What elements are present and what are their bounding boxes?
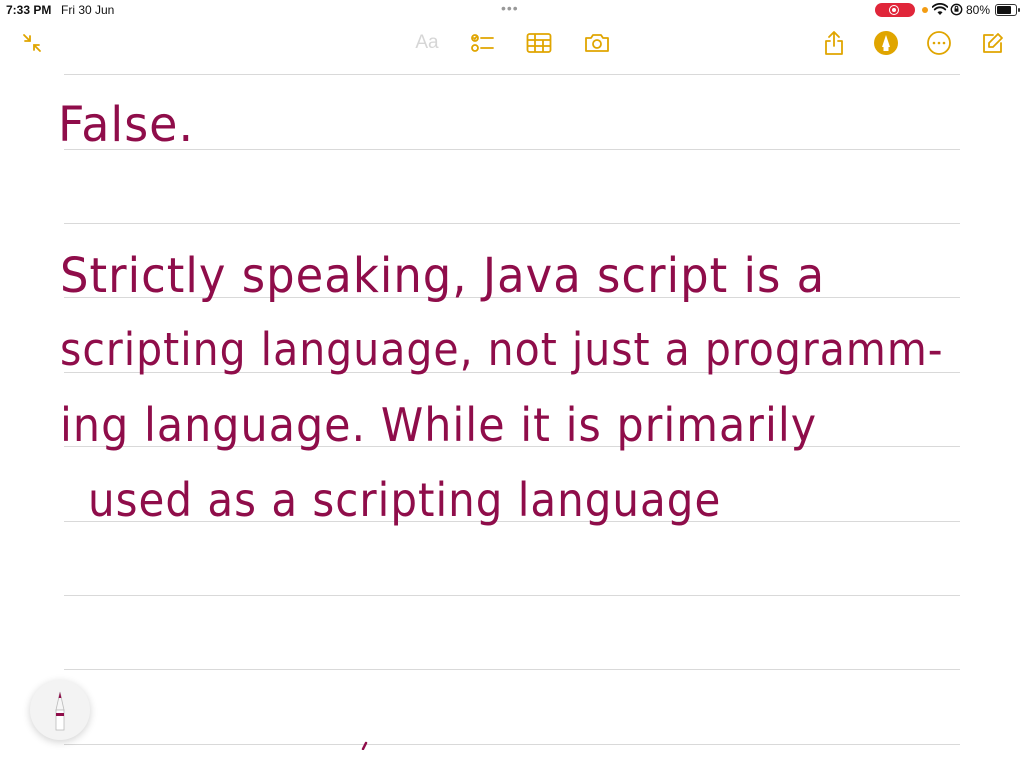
note-canvas[interactable] <box>64 0 960 768</box>
pencil-tool-button[interactable] <box>30 680 90 740</box>
compose-icon[interactable] <box>979 29 1007 57</box>
status-time: 7:33 PM <box>6 3 52 17</box>
handwritten-line: Strictly speaking, Java script is a <box>60 248 826 305</box>
handwritten-line: False. <box>58 96 195 153</box>
battery-icon <box>995 4 1020 16</box>
handwritten-line: used as a scripting language <box>88 473 722 527</box>
ruled-line <box>64 744 960 745</box>
ruled-line <box>64 669 960 670</box>
ruled-line <box>64 74 960 75</box>
battery-percent: 80% <box>966 3 991 17</box>
collapse-icon[interactable] <box>18 29 46 57</box>
ruled-line <box>64 595 960 596</box>
ruled-line <box>64 149 960 150</box>
handwritten-line: ing language. While it is primarily <box>60 398 818 452</box>
pencil-icon <box>55 691 65 731</box>
ruled-line <box>64 223 960 224</box>
handwritten-line: scripting language, not just a programm- <box>60 323 944 376</box>
ink-mark <box>361 741 368 750</box>
